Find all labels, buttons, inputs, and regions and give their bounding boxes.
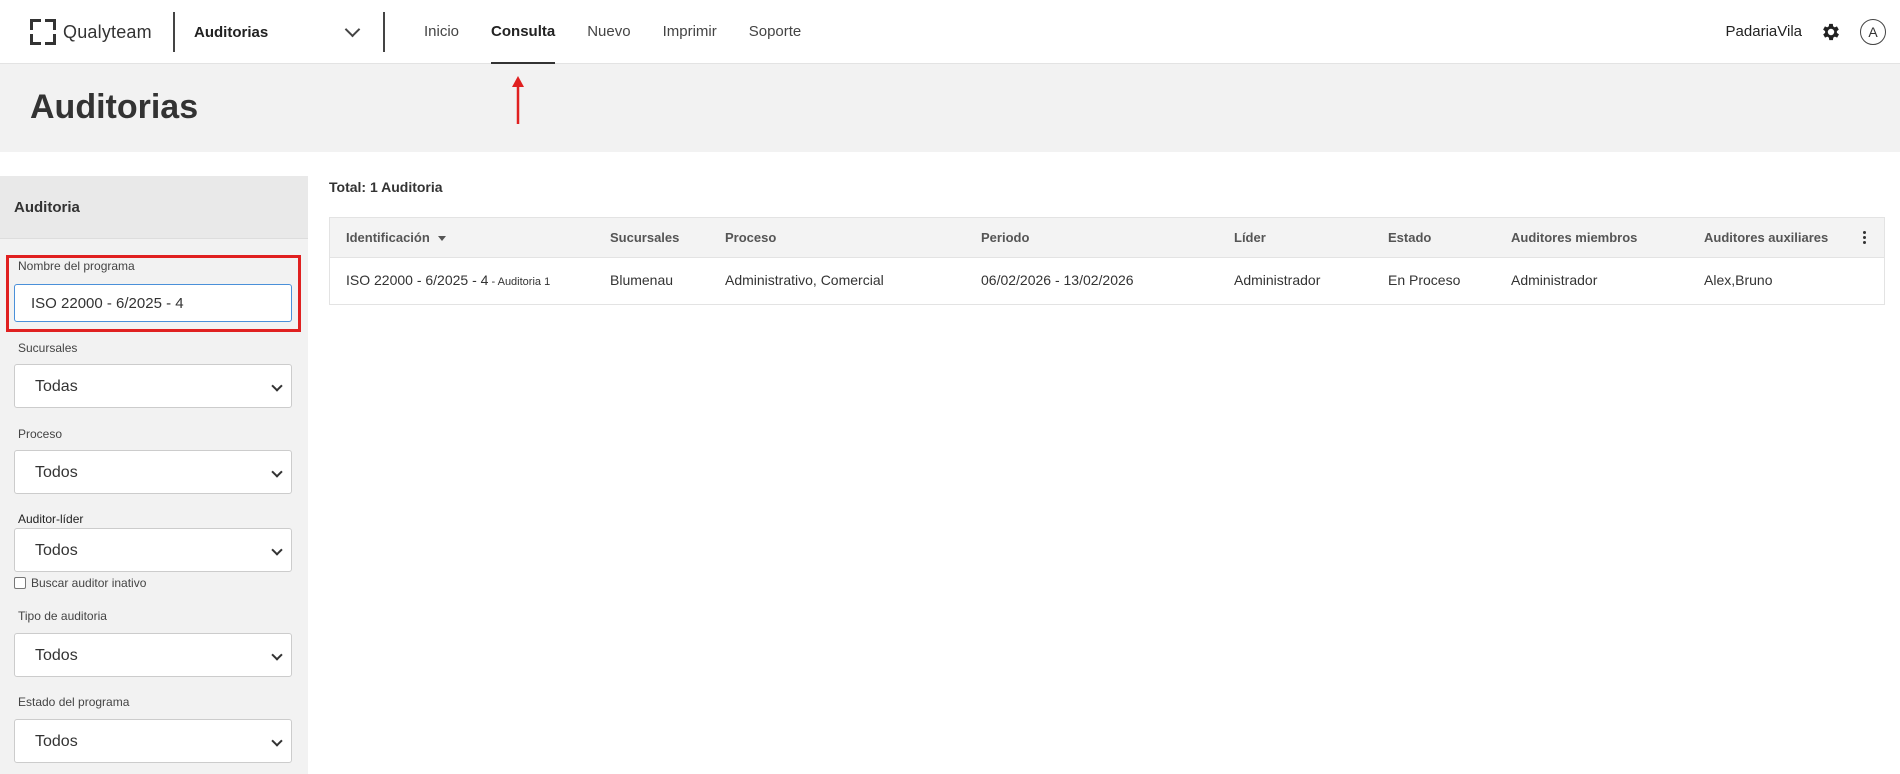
cell-estado: En Proceso [1388,272,1461,288]
lead-auditor-label: Auditor-líder [18,512,84,526]
column-header-identificacion[interactable]: Identificación [346,230,446,245]
branches-select[interactable]: Todas [14,364,292,408]
chevron-down-icon [271,649,283,661]
chevron-down-icon [271,466,283,478]
chevron-down-icon [271,544,283,556]
column-header-estado[interactable]: Estado [1388,230,1431,245]
divider [173,12,175,52]
cell-identificacion: ISO 22000 - 6/2025 - 4 - Auditoria 1 [346,272,551,288]
user-name[interactable]: PadariaVila [1726,0,1802,64]
more-options-icon[interactable] [1863,231,1866,245]
page-header [0,64,1900,152]
column-header-periodo[interactable]: Periodo [981,230,1029,245]
avatar[interactable]: A [1860,19,1886,45]
inactive-auditor-label: Buscar auditor inativo [31,576,147,590]
process-select[interactable]: Todos [14,450,292,494]
program-name-input[interactable] [14,284,292,322]
program-status-value: Todos [35,733,78,750]
nav-inicio[interactable]: Inicio [424,0,459,64]
cell-lider: Administrador [1234,272,1321,288]
audit-type-label: Tipo de auditoria [18,609,107,623]
qualyteam-logo-icon [30,19,56,45]
chevron-down-icon [344,21,361,38]
nav-nuevo[interactable]: Nuevo [587,0,630,64]
table-row[interactable]: ISO 22000 - 6/2025 - 4 - Auditoria 1 Blu… [330,257,1884,305]
results-table: Identificación Sucursales Proceso Period… [329,217,1885,305]
sort-down-icon[interactable] [437,236,446,242]
lead-auditor-value: Todos [35,542,78,559]
chevron-down-icon [271,380,283,392]
program-name-label: Nombre del programa [18,259,135,273]
process-value: Todos [35,464,78,481]
brand-logo[interactable]: Qualyteam [30,17,152,47]
cell-sucursales: Blumenau [610,272,674,288]
column-header-auditores-miembros[interactable]: Auditores miembros [1511,230,1637,245]
nav-consulta[interactable]: Consulta [491,0,556,64]
page-title: Auditorias [30,88,199,126]
cell-auditores-auxiliares: Alex,Bruno [1704,272,1773,288]
cell-proceso: Administrativo, Comercial [725,272,884,288]
nav-soporte[interactable]: Soporte [749,0,802,64]
module-name: Auditorias [194,23,269,41]
inactive-auditor-checkbox[interactable] [14,577,26,589]
cell-periodo: 06/02/2026 - 13/02/2026 [981,272,1134,288]
column-header-lider[interactable]: Líder [1234,230,1266,245]
divider [383,12,385,52]
inactive-auditor-option: Buscar auditor inativo [14,576,146,590]
module-selector[interactable]: Auditorias [194,14,364,50]
program-status-select[interactable]: Todos [14,719,292,763]
audit-type-select[interactable]: Todos [14,633,292,677]
gear-icon[interactable] [1820,21,1842,43]
nav-imprimir[interactable]: Imprimir [663,0,717,64]
cell-auditores-miembros: Administrador [1511,272,1598,288]
filter-section-title: Auditoria [14,199,80,216]
table-header: Identificación Sucursales Proceso Period… [330,218,1884,258]
audit-type-value: Todos [35,647,78,664]
branches-value: Todas [35,378,78,395]
program-status-label: Estado del programa [18,695,130,709]
results-total: Total: 1 Auditoria [329,179,443,195]
lead-auditor-select[interactable]: Todos [14,528,292,572]
chevron-down-icon [271,735,283,747]
branches-label: Sucursales [18,341,78,355]
annotation-arrow-icon [512,76,524,124]
top-navigation-bar: Qualyteam Auditorias Inicio Consulta Nue… [0,0,1900,64]
column-header-proceso[interactable]: Proceso [725,230,776,245]
process-label: Proceso [18,427,63,441]
column-header-auditores-auxiliares[interactable]: Auditores auxiliares [1704,230,1828,245]
main-nav: Inicio Consulta Nuevo Imprimir Soporte [408,0,817,64]
column-header-sucursales[interactable]: Sucursales [610,230,679,245]
brand-name: Qualyteam [63,21,152,42]
